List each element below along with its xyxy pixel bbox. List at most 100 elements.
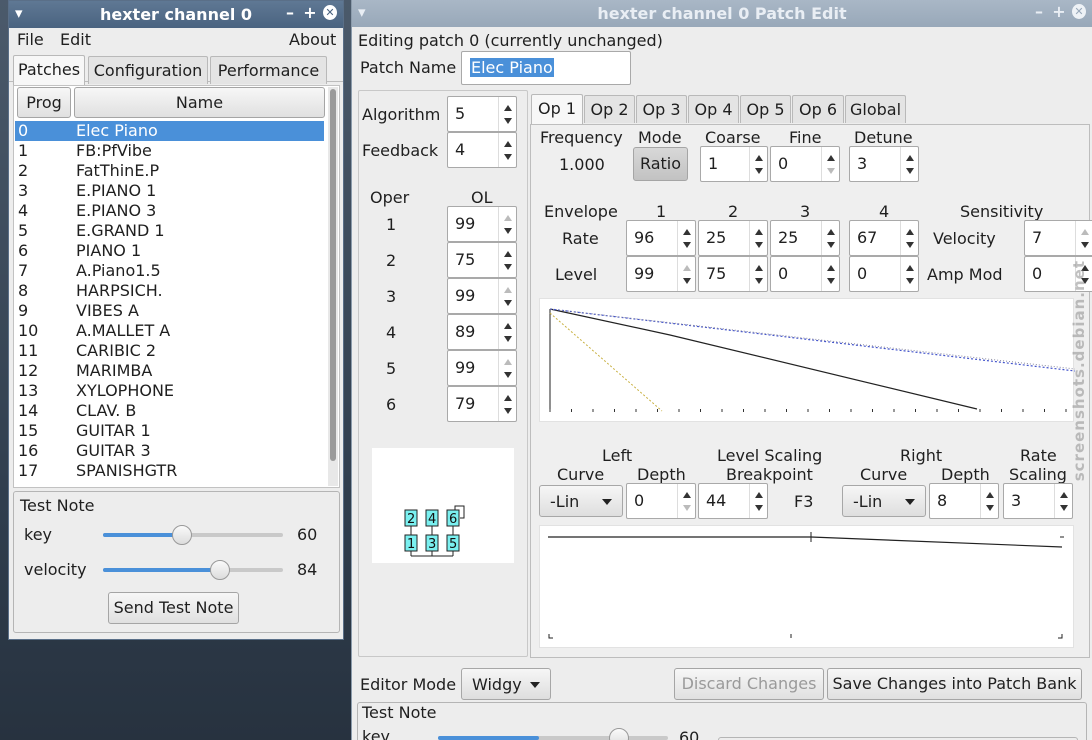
rate-scaling-spinner[interactable]: 3 xyxy=(1003,483,1073,519)
decrement-icon[interactable] xyxy=(986,505,994,511)
table-row[interactable]: 14 CLAV. B xyxy=(15,401,324,421)
maximize-icon[interactable]: + xyxy=(303,3,317,22)
velocity-sensitivity-spinner[interactable]: 7 xyxy=(1024,220,1092,256)
decrement-icon[interactable] xyxy=(504,118,512,124)
table-row[interactable]: 16 GUITAR 3 xyxy=(15,441,324,461)
key-slider[interactable] xyxy=(103,525,283,545)
increment-icon[interactable] xyxy=(683,492,691,498)
increment-icon[interactable] xyxy=(504,359,512,365)
decrement-icon[interactable] xyxy=(504,264,512,270)
close-icon[interactable]: ✕ xyxy=(323,5,337,20)
patch-name-field[interactable]: Elec Piano xyxy=(461,51,631,85)
decrement-icon[interactable] xyxy=(683,278,691,284)
tab-patches[interactable]: Patches xyxy=(13,55,85,85)
operator-output-level-spinner[interactable]: 75 xyxy=(447,242,517,278)
increment-icon[interactable] xyxy=(504,323,512,329)
fine-spinner[interactable]: 0 xyxy=(770,146,840,182)
table-row[interactable]: 15 GUITAR 1 xyxy=(15,421,324,441)
decrement-icon[interactable] xyxy=(755,505,763,511)
table-row[interactable]: 12 MARIMBA xyxy=(15,361,324,381)
tab-op-2[interactable]: Op 2 xyxy=(584,95,635,123)
coarse-spinner[interactable]: 1 xyxy=(700,146,768,182)
decrement-icon[interactable] xyxy=(504,372,512,378)
increment-icon[interactable] xyxy=(755,229,763,235)
decrement-icon[interactable] xyxy=(504,228,512,234)
window-menu-icon[interactable]: ▾ xyxy=(358,3,366,21)
increment-icon[interactable] xyxy=(504,251,512,257)
table-row[interactable]: 13 XYLOPHONE xyxy=(15,381,324,401)
table-scrollbar[interactable] xyxy=(328,87,338,486)
discard-changes-button[interactable]: Discard Changes xyxy=(674,668,824,700)
menu-about[interactable]: About xyxy=(289,30,336,49)
decrement-icon[interactable] xyxy=(906,278,914,284)
tab-op-6[interactable]: Op 6 xyxy=(792,95,844,123)
decrement-icon[interactable] xyxy=(755,278,763,284)
increment-icon[interactable] xyxy=(827,265,835,271)
decrement-icon[interactable] xyxy=(827,242,835,248)
table-row[interactable]: 5 E.GRAND 1 xyxy=(15,221,324,241)
table-scrollbar-thumb[interactable] xyxy=(330,89,336,461)
mode-ratio-toggle[interactable]: Ratio xyxy=(633,147,688,181)
velocity-slider-handle[interactable] xyxy=(210,560,230,580)
operator-output-level-spinner[interactable]: 89 xyxy=(447,314,517,350)
menu-file[interactable]: File xyxy=(17,30,44,49)
editor-mode-combo[interactable]: Widgy xyxy=(461,668,551,700)
table-row[interactable]: 1 FB:PfVibe xyxy=(15,141,324,161)
operator-output-level-spinner[interactable]: 99 xyxy=(447,206,517,242)
rate-2-spinner[interactable]: 25 xyxy=(698,220,768,256)
tab-op-5[interactable]: Op 5 xyxy=(740,95,791,123)
table-row[interactable]: 11 CARIBIC 2 xyxy=(15,341,324,361)
increment-icon[interactable] xyxy=(755,155,763,161)
maximize-icon[interactable]: + xyxy=(1052,2,1066,21)
save-changes-button[interactable]: Save Changes into Patch Bank xyxy=(827,668,1082,700)
menu-edit[interactable]: Edit xyxy=(60,30,91,49)
level-2-spinner[interactable]: 75 xyxy=(698,256,768,292)
increment-icon[interactable] xyxy=(906,265,914,271)
decrement-icon[interactable] xyxy=(755,168,763,174)
column-header-prog[interactable]: Prog xyxy=(17,87,71,118)
level-1-spinner[interactable]: 99 xyxy=(626,256,696,292)
decrement-icon[interactable] xyxy=(755,242,763,248)
increment-icon[interactable] xyxy=(755,492,763,498)
increment-icon[interactable] xyxy=(1060,492,1068,498)
table-row[interactable]: 10 A.MALLET A xyxy=(15,321,324,341)
decrement-icon[interactable] xyxy=(504,300,512,306)
table-row[interactable]: 2 FatThinE.P xyxy=(15,161,324,181)
increment-icon[interactable] xyxy=(683,229,691,235)
increment-icon[interactable] xyxy=(504,395,512,401)
decrement-icon[interactable] xyxy=(504,154,512,160)
send-test-note-button[interactable]: Send Test Note xyxy=(108,592,239,624)
table-row[interactable]: 7 A.Piano1.5 xyxy=(15,261,324,281)
key-slider-handle[interactable] xyxy=(609,728,629,740)
table-row[interactable]: 17 SPANISHGTR xyxy=(15,461,324,481)
tab-op-4[interactable]: Op 4 xyxy=(688,95,739,123)
rate-4-spinner[interactable]: 67 xyxy=(849,220,919,256)
minimize-icon[interactable]: – xyxy=(1032,2,1046,21)
increment-icon[interactable] xyxy=(827,155,835,161)
velocity-slider[interactable] xyxy=(103,560,283,580)
increment-icon[interactable] xyxy=(683,265,691,271)
table-row[interactable]: 3 E.PIANO 1 xyxy=(15,181,324,201)
level-scaling-graph[interactable] xyxy=(539,525,1074,648)
decrement-icon[interactable] xyxy=(1081,242,1089,248)
rate-3-spinner[interactable]: 25 xyxy=(770,220,840,256)
key-slider-handle[interactable] xyxy=(172,525,193,545)
operator-output-level-spinner[interactable]: 79 xyxy=(447,386,517,422)
feedback-spinner[interactable]: 4 xyxy=(447,132,517,168)
tab-op-3[interactable]: Op 3 xyxy=(636,95,687,123)
rate-1-spinner[interactable]: 96 xyxy=(626,220,696,256)
increment-icon[interactable] xyxy=(1081,229,1089,235)
table-row[interactable]: 6 PIANO 1 xyxy=(15,241,324,261)
decrement-icon[interactable] xyxy=(683,505,691,511)
right-depth-spinner[interactable]: 8 xyxy=(929,483,999,519)
level-4-spinner[interactable]: 0 xyxy=(849,256,919,292)
decrement-icon[interactable] xyxy=(906,242,914,248)
detune-spinner[interactable]: 3 xyxy=(849,146,919,182)
decrement-icon[interactable] xyxy=(827,278,835,284)
operator-output-level-spinner[interactable]: 99 xyxy=(447,350,517,386)
increment-icon[interactable] xyxy=(906,155,914,161)
decrement-icon[interactable] xyxy=(827,168,835,174)
decrement-icon[interactable] xyxy=(504,336,512,342)
table-row[interactable]: 4 E.PIANO 3 xyxy=(15,201,324,221)
increment-icon[interactable] xyxy=(504,141,512,147)
